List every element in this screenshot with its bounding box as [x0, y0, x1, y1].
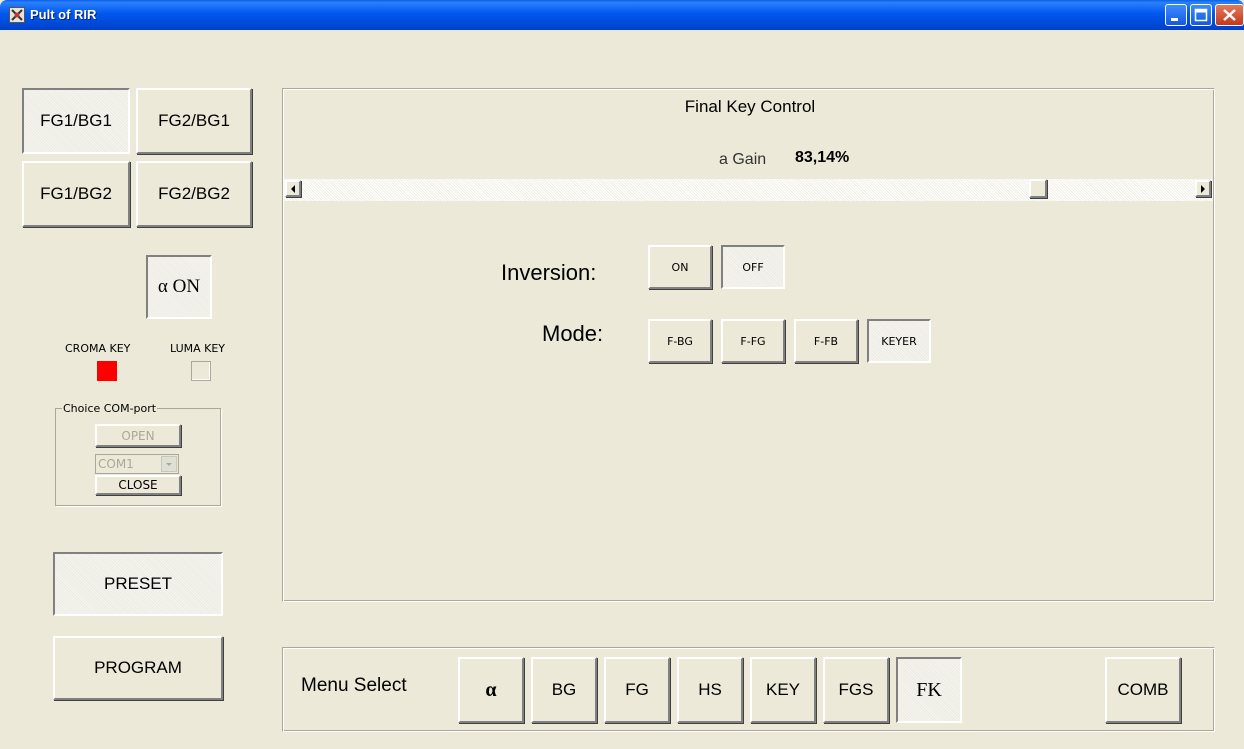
fg2-bg2-button[interactable]: FG2/BG2 — [136, 161, 252, 227]
menu-key-button[interactable]: KEY — [750, 657, 816, 723]
close-port-button[interactable]: CLOSE — [95, 475, 181, 495]
preset-button[interactable]: PRESET — [53, 552, 223, 616]
chroma-key-label: CROMA KEY — [65, 342, 131, 355]
com-port-value: COM1 — [98, 457, 134, 471]
inversion-off-button[interactable]: OFF — [721, 245, 785, 289]
com-port-group-title: Choice COM-port — [62, 402, 158, 415]
menu-fg-button[interactable]: FG — [604, 657, 670, 723]
alpha-on-button[interactable]: α ON — [146, 255, 212, 319]
program-button[interactable]: PROGRAM — [53, 636, 223, 700]
app-icon[interactable] — [9, 7, 25, 23]
mode-f-bg-button[interactable]: F-BG — [648, 319, 712, 363]
arrow-right-icon — [1201, 184, 1205, 193]
menu-alpha-button[interactable]: α — [458, 657, 524, 723]
com-port-select[interactable]: COM1 — [95, 454, 179, 474]
mode-f-fb-button[interactable]: F-FB — [794, 319, 858, 363]
close-button[interactable] — [1215, 4, 1244, 26]
mode-keyer-button[interactable]: KEYER — [867, 319, 931, 363]
mode-f-fg-button[interactable]: F-FG — [721, 319, 785, 363]
minimize-icon — [1171, 18, 1178, 21]
inversion-label: Inversion: — [501, 260, 597, 285]
menu-hs-button[interactable]: HS — [677, 657, 743, 723]
luma-key-indicator — [191, 361, 211, 381]
menu-fk-button[interactable]: FK — [896, 657, 962, 723]
window-title: Pult of RIR — [30, 7, 97, 22]
gain-value: 83,14% — [795, 149, 850, 166]
mode-label: Mode: — [542, 321, 604, 346]
arrow-left-icon — [291, 184, 295, 193]
maximize-button[interactable] — [1190, 4, 1212, 26]
gain-label: a Gain — [719, 151, 767, 168]
scroll-left-button[interactable] — [285, 180, 301, 197]
open-port-button[interactable]: OPEN — [95, 424, 181, 447]
gain-scroll-thumb[interactable] — [1028, 179, 1047, 198]
title-bar[interactable]: Pult of RIR — [0, 0, 1244, 30]
menu-bg-button[interactable]: BG — [531, 657, 597, 723]
menu-select-label: Menu Select — [301, 675, 407, 696]
maximize-icon — [1194, 8, 1208, 22]
gain-scrollbar[interactable] — [284, 179, 1213, 201]
scroll-right-button[interactable] — [1195, 180, 1211, 197]
minimize-button[interactable] — [1165, 4, 1187, 26]
fg1-bg2-button[interactable]: FG1/BG2 — [22, 161, 130, 227]
menu-fgs-button[interactable]: FGS — [823, 657, 889, 723]
menu-select-panel — [282, 647, 1215, 732]
chroma-key-indicator — [97, 361, 117, 381]
menu-comb-button[interactable]: COMB — [1105, 657, 1181, 723]
inversion-on-button[interactable]: ON — [648, 245, 712, 289]
dropdown-arrow-icon[interactable] — [161, 456, 177, 472]
close-icon — [1223, 9, 1236, 21]
luma-key-label: LUMA KEY — [170, 342, 226, 355]
final-key-title: Final Key Control — [684, 97, 816, 116]
